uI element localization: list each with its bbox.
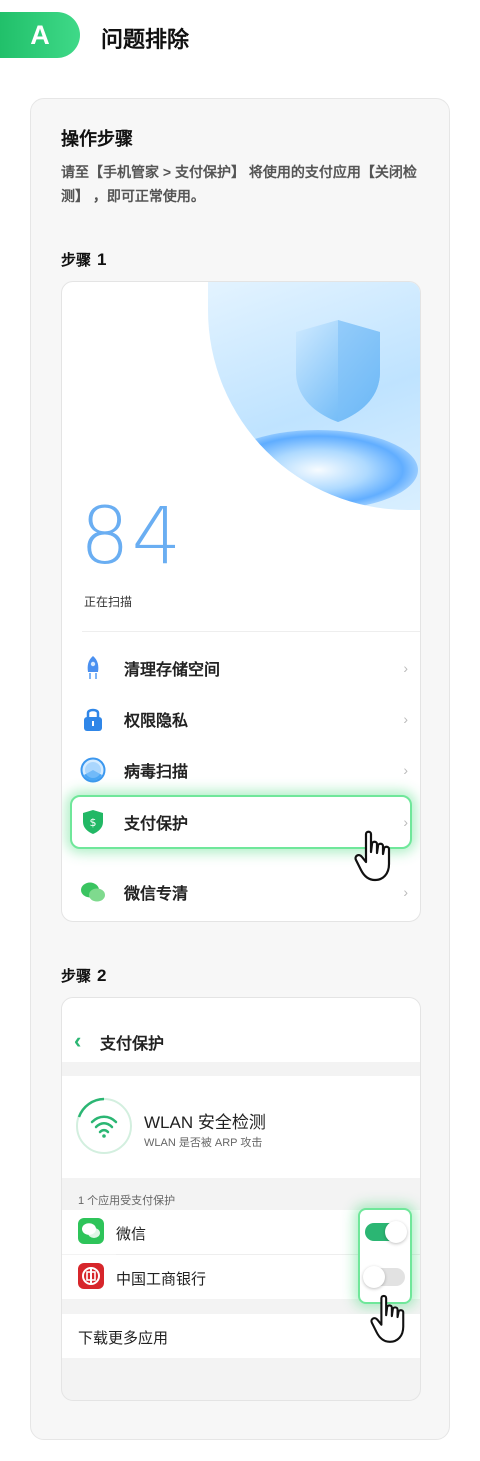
chevron-right-icon: ›: [403, 711, 408, 727]
chevron-right-icon: ›: [403, 762, 408, 778]
badge-letter: A: [30, 19, 50, 50]
toggle-knob: [385, 1221, 407, 1243]
protected-apps-label: 1 个应用受支付保护: [78, 1195, 176, 1207]
pointer-hand-icon: [370, 1294, 405, 1343]
step1-label-text: 步骤: [61, 252, 92, 269]
pointer-hand-icon: [354, 830, 391, 882]
menu-label: 权限隐私: [124, 713, 189, 730]
rocket-icon: [80, 655, 106, 681]
svg-text:$: $: [90, 816, 97, 829]
menu-item-privacy[interactable]: 权限隐私 ›: [62, 694, 420, 744]
wechat-toggle[interactable]: [365, 1221, 407, 1243]
step1-label: 步骤 1: [61, 249, 106, 270]
wlan-progress-arc: [77, 1097, 105, 1118]
menu-label: 微信专清: [124, 886, 189, 903]
scan-ring: [218, 430, 418, 510]
step2-screenshot: ‹ 支付保护 WLAN 安全检测 WLAN 是否被 ARP 攻击 1 个应用受支…: [61, 997, 421, 1401]
step1-screenshot: 84 正在扫描 清理存储空间 › 权限隐私 › 病毒扫描 › $ 支付保护 › …: [61, 281, 421, 922]
back-arrow-icon[interactable]: ‹: [74, 1028, 81, 1054]
section-badge: A: [0, 12, 80, 58]
wlan-check-panel[interactable]: WLAN 安全检测 WLAN 是否被 ARP 攻击: [62, 1076, 420, 1178]
lock-icon: [80, 706, 106, 732]
menu-label: 支付保护: [124, 816, 189, 833]
security-hero: [208, 282, 420, 510]
scan-status: 正在扫描: [84, 595, 133, 609]
page-title: 问题排除: [101, 27, 190, 52]
security-score: 84: [80, 492, 184, 582]
menu-divider: [82, 631, 420, 632]
step1-number: 1: [97, 250, 107, 269]
download-more-row[interactable]: 下载更多应用: [62, 1314, 420, 1358]
toggle-knob: [363, 1266, 385, 1288]
wlan-ring: [76, 1097, 132, 1154]
step2-number: 2: [97, 966, 107, 985]
steps-description: 请至【手机管家 > 支付保护】 将使用的支付应用【关闭检测】 ，即可正常使用。: [61, 164, 417, 204]
app-name: 微信: [116, 1226, 147, 1243]
app-name: 中国工商银行: [116, 1271, 207, 1288]
chevron-right-icon: ›: [403, 814, 408, 830]
download-more-label: 下载更多应用: [78, 1330, 169, 1347]
steps-title: 操作步骤: [61, 129, 133, 149]
wlan-subtitle: WLAN 是否被 ARP 攻击: [144, 1137, 263, 1149]
wechat-icon: [80, 879, 106, 905]
steps-card: 操作步骤 请至【手机管家 > 支付保护】 将使用的支付应用【关闭检测】 ，即可正…: [30, 98, 450, 1440]
menu-label: 病毒扫描: [124, 764, 189, 781]
shield-icon: [296, 320, 380, 422]
icbc-app-icon: [78, 1263, 104, 1289]
menu-label: 清理存储空间: [124, 662, 221, 679]
payment-shield-icon: $: [80, 809, 106, 835]
chevron-right-icon: ›: [403, 660, 408, 676]
menu-item-storage-clean[interactable]: 清理存储空间 ›: [62, 643, 420, 693]
chevron-right-icon: ›: [403, 884, 408, 900]
virus-scan-icon: [80, 757, 106, 783]
icbc-toggle[interactable]: [363, 1266, 405, 1288]
nav-bar: ‹ 支付保护: [62, 998, 420, 1062]
wechat-app-icon: [78, 1218, 104, 1244]
nav-title: 支付保护: [100, 1036, 165, 1053]
menu-item-virus-scan[interactable]: 病毒扫描 ›: [62, 745, 420, 795]
step2-label: 步骤 2: [61, 965, 106, 986]
step2-label-text: 步骤: [61, 968, 92, 985]
wlan-title: WLAN 安全检测: [144, 1113, 266, 1132]
